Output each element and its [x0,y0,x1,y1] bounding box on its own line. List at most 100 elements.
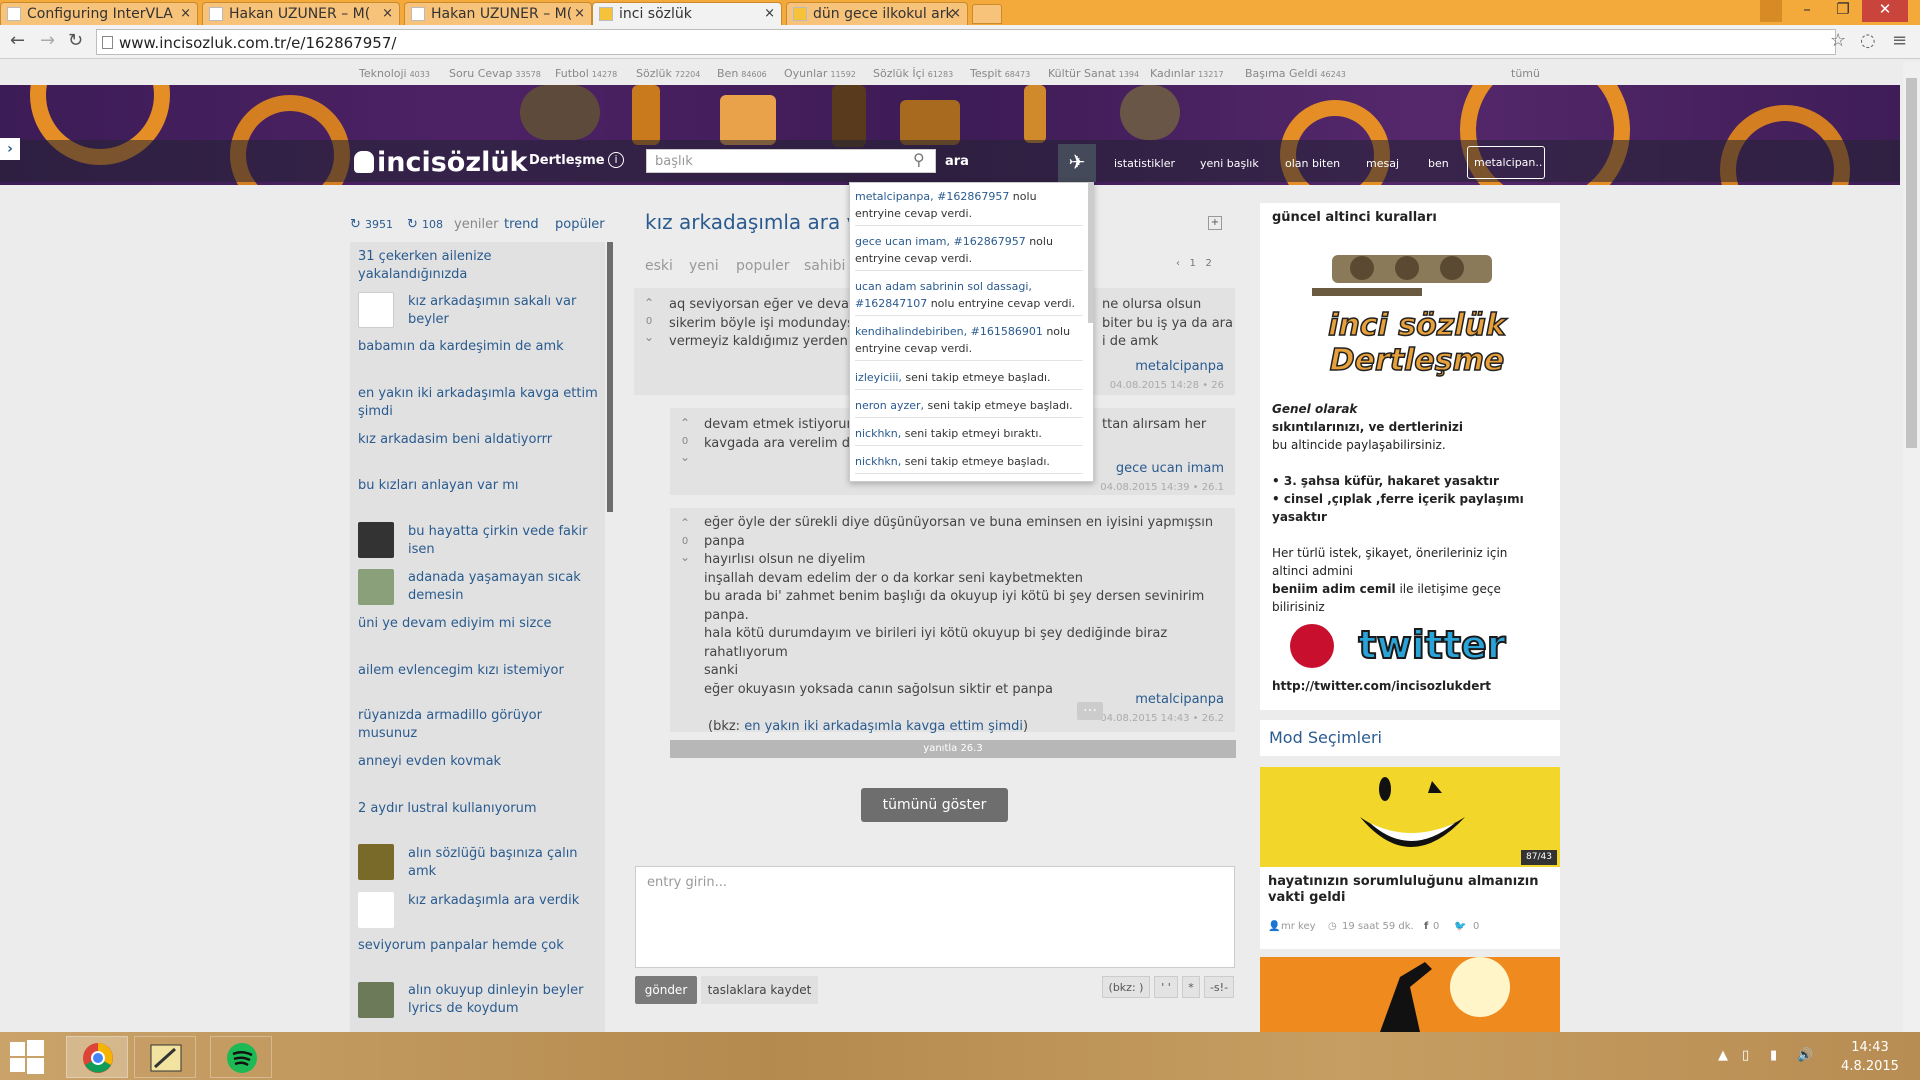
category-link[interactable]: Kadınlar 13217 [1150,67,1224,80]
tab-new-entries[interactable]: yeniler [454,217,499,232]
list-item[interactable]: kız arkadaşımın sakalı var beyler [408,293,598,329]
browser-tab-active[interactable]: inci sözlük × [592,2,782,25]
save-draft-button[interactable]: taslaklara kaydet [701,976,818,1004]
notification-item[interactable]: gece ucan imam, #162867957 nolu entryine… [855,233,1083,271]
window-close-icon[interactable]: ✕ [1862,0,1908,22]
sunset-image[interactable] [1260,957,1560,1032]
profile-icon[interactable] [1760,0,1782,22]
card-author[interactable]: mr key [1281,921,1316,932]
tab-trend[interactable]: trend [504,217,539,232]
page-scrollbar-thumb[interactable] [1906,78,1917,448]
close-icon[interactable]: × [574,6,585,21]
show-all-button[interactable]: tümünü göster [861,788,1008,822]
menu-icon[interactable]: ≡ [1892,30,1907,51]
list-item[interactable]: 2 aydır lustral kullanıyorum [358,800,598,818]
facebook-icon[interactable]: f [1424,921,1428,932]
submit-button[interactable]: gönder [635,976,697,1004]
upvote-icon[interactable]: ⌃ [678,416,692,431]
upvote-icon[interactable]: ⌃ [678,516,692,531]
notification-item[interactable]: nickhkn, seni takip etmeye başladı. [855,453,1083,474]
tab-old[interactable]: eski [645,258,673,274]
category-link[interactable]: Sözlük İçi 61283 [873,67,953,80]
windows-start-icon[interactable] [10,1040,44,1074]
list-item[interactable]: üni ye devam ediyim mi sizce [358,615,598,633]
search-button[interactable]: ara [945,154,969,169]
close-icon[interactable]: × [764,6,775,21]
all-categories-link[interactable]: tümü [1511,67,1540,80]
tools-taskbar-icon[interactable] [134,1036,196,1078]
notification-item[interactable]: neron ayzer, seni takip etmeye başladı. [855,397,1083,418]
list-item[interactable]: alın okuyup dinleyin beyler lyrics de ko… [408,982,598,1018]
refresh-count[interactable]: ↻ 108 [407,217,443,232]
star-button[interactable]: * [1182,976,1200,998]
chevron-right-icon[interactable]: › [0,138,20,160]
list-item[interactable]: en yakın iki arkadaşımla kavga ettim şim… [358,385,598,421]
tab-owner[interactable]: sahibi [804,258,845,274]
more-options-icon[interactable]: … [1077,700,1103,720]
list-item[interactable]: kız arkadasim beni aldatiyorrr [358,431,598,449]
category-link[interactable]: Futbol 14278 [555,67,617,80]
notification-item[interactable]: nickhkn, seni takip etmeyi bıraktı. [855,425,1083,446]
tab-popular[interactable]: populer [736,258,789,274]
notification-item[interactable]: ucan adam sabrinin sol dassagi, #1628471… [855,278,1083,316]
new-tab-button[interactable] [972,4,1002,24]
twitter-link[interactable]: http://twitter.com/incisozlukdert [1272,677,1491,695]
mod-card-title[interactable]: hayatınızın sorumluluğunu almanızın vakt… [1268,874,1553,906]
list-item[interactable]: 31 çekerken ailenize yakalandığınızda [358,248,598,284]
bookmark-star-icon[interactable]: ☆ [1830,30,1846,51]
browser-tab[interactable]: dün gece ilkokul ark × [786,2,968,25]
reply-bar[interactable]: yanıtla 26.3 [670,740,1236,758]
signal-icon[interactable]: ▮ [1770,1048,1777,1063]
smiley-image[interactable] [1260,767,1560,867]
twitter-icon[interactable]: 🐦 [1454,921,1466,932]
close-icon[interactable]: × [950,6,961,21]
forward-icon[interactable]: → [40,30,55,51]
list-item[interactable]: babamın da kardeşimin de amk [358,338,598,356]
nav-me[interactable]: ben [1428,157,1449,170]
minimize-icon[interactable]: – [1790,0,1824,22]
category-link[interactable]: Başıma Geldi 46243 [1245,67,1346,80]
browser-tab[interactable]: Hakan UZUNER – M(× [202,2,400,25]
info-icon[interactable]: i [608,152,624,168]
reload-icon[interactable]: ↻ [68,30,83,51]
tray-arrow-icon[interactable]: ▲ [1718,1048,1728,1063]
list-item[interactable]: anneyi evden kovmak [358,753,598,771]
list-item[interactable]: seviyorum panpalar hemde çok [358,937,598,955]
nav-new-topic[interactable]: yeni başlık [1200,157,1259,170]
search-icon[interactable]: ⚲ [913,150,925,169]
volume-icon[interactable]: 🔊 [1797,1048,1813,1063]
channel-name[interactable]: Dertleşme [529,153,605,168]
category-link[interactable]: Ben 84606 [717,67,767,80]
nav-messages[interactable]: mesaj [1366,157,1399,170]
nav-activity[interactable]: olan biten [1285,157,1340,170]
category-link[interactable]: Sözlük 72204 [636,67,700,80]
upvote-icon[interactable]: ⌃ [642,296,656,311]
category-link[interactable]: Teknoloji 4033 [359,67,430,80]
downvote-icon[interactable]: ⌄ [642,330,656,345]
close-icon[interactable]: × [382,6,393,21]
list-item[interactable]: bu kızları anlayan var mı [358,477,598,495]
browser-tab[interactable]: Hakan UZUNER – M(× [404,2,592,25]
list-item[interactable]: bu hayatta çirkin vede fakir isen [408,523,598,559]
notification-item[interactable]: metalcipanpa, #162867957 nolu entryine c… [855,188,1083,226]
quote-button[interactable]: ' ' [1154,976,1178,998]
entry-author[interactable]: metalcipanpa [1000,692,1224,707]
url-input[interactable]: www.incisozluk.com.tr/e/162867957/ [96,29,1836,55]
category-link[interactable]: Soru Cevap 33578 [449,67,541,80]
list-item[interactable]: rüyanızda armadillo görüyor musunuz [358,707,598,743]
bkz-link[interactable]: en yakın iki arkadaşımla kavga ettim şim… [744,719,1023,734]
list-item[interactable]: kız arkadaşımla ara verdik [408,892,598,910]
shield-icon[interactable]: ◌ [1860,30,1876,51]
list-item[interactable]: adanada yaşamayan sıcak demesin [408,569,598,605]
battery-icon[interactable]: ▯ [1742,1048,1749,1063]
notification-item[interactable]: kendihalindebiriben, #161586901 nolu ent… [855,323,1083,361]
chrome-taskbar-icon[interactable] [66,1036,128,1078]
spotify-taskbar-icon[interactable] [210,1036,272,1078]
browser-tab[interactable]: Configuring InterVLA × [0,2,198,25]
category-link[interactable]: Oyunlar 11592 [784,67,856,80]
search-input[interactable]: başlık [646,149,936,173]
scrollbar[interactable] [1088,183,1093,323]
nav-statistics[interactable]: istatistikler [1114,157,1175,170]
spoiler-button[interactable]: -s!- [1204,976,1234,998]
user-menu-button[interactable]: metalcipan.. [1467,146,1545,179]
